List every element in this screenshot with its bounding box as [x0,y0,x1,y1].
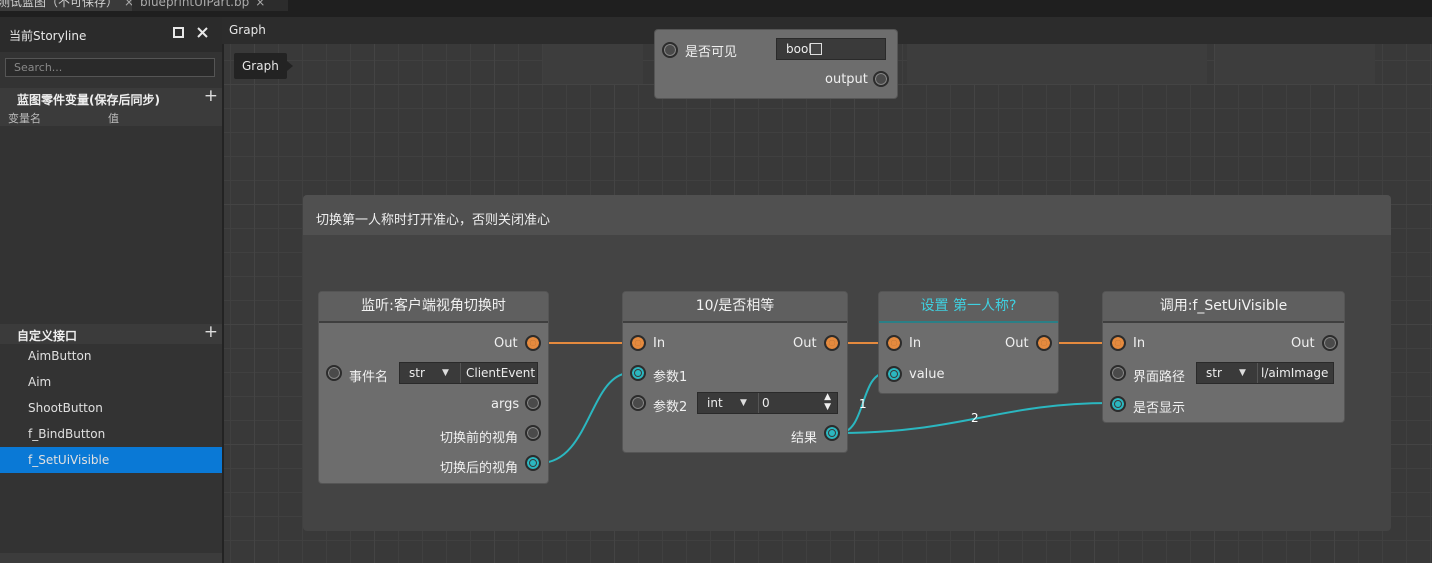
result-pin[interactable] [824,425,840,441]
param2-pin[interactable] [630,395,646,411]
stepper-icon[interactable]: ▲ ▼ [824,392,831,412]
after-view-pin[interactable] [525,455,541,471]
field-divider [460,363,461,383]
path-type-select[interactable]: str ▼ l/aimImage [1196,362,1334,384]
exec-out-pin[interactable] [824,335,840,351]
node-title: 调用:f_SetUiVisible [1103,292,1344,323]
event-type-select[interactable]: str ▼ ClientEvent [399,362,538,384]
listener-node[interactable]: 监听:客户端视角切换时 Out 事件名 str ▼ ClientEvent ar… [319,292,548,483]
field-divider [1257,363,1258,383]
pin-label: Out [1005,336,1029,351]
exec-in-pin[interactable] [1110,335,1126,351]
pin-label: 事件名 [349,370,389,385]
node-title: 设置 第一人称? [879,292,1058,323]
pin-label: 是否显示 [1133,401,1186,416]
caller-node[interactable]: 调用:f_SetUiVisible In Out 界面路径 str ▼ l/ai… [1103,292,1344,422]
param2-type-select[interactable]: int ▼ 0 ▲ ▼ [697,392,838,414]
wire-label: 1 [859,397,867,411]
pin-label: args [491,397,520,412]
param1-pin[interactable] [630,365,646,381]
wire-label: 2 [971,411,979,425]
node-title: 10/是否相等 [623,292,847,323]
chevron-down-icon: ▼ [442,368,449,378]
pin-label: In [909,336,922,351]
param2-value[interactable]: 0 [762,393,770,413]
pin-label: 切换后的视角 [440,461,519,476]
event-name-value[interactable]: ClientEvent [466,363,535,383]
exec-in-pin[interactable] [630,335,646,351]
chevron-down-icon: ▼ [1239,368,1246,378]
exec-out-pin[interactable] [525,335,541,351]
exec-out-pin[interactable] [1322,335,1338,351]
pin-label: In [653,336,666,351]
pin-label: 参数2 [653,400,688,415]
pin-label: 结果 [791,431,818,446]
pin-label: In [1133,336,1146,351]
data-wire [539,372,631,464]
event-name-pin[interactable] [326,365,342,381]
path-pin[interactable] [1110,365,1126,381]
field-divider [758,393,759,413]
node-title: 监听:客户端视角切换时 [319,292,548,323]
visible-pin[interactable] [1110,396,1126,412]
pin-label: Out [793,336,817,351]
type-value: str [1206,366,1222,380]
before-view-pin[interactable] [525,425,541,441]
wires-layer [539,342,1111,464]
pin-label: 参数1 [653,370,688,385]
type-value: int [707,396,723,410]
setter-node[interactable]: 设置 第一人称? In Out value [879,292,1058,393]
type-value: str [409,366,425,380]
exec-out-pin[interactable] [1036,335,1052,351]
pin-label: 切换前的视角 [440,431,519,446]
args-pin[interactable] [525,395,541,411]
equals-node[interactable]: 10/是否相等 In Out 参数1 参数2 int ▼ 0 ▲ ▼ 结果 [623,292,847,452]
exec-in-pin[interactable] [886,335,902,351]
path-value[interactable]: l/aimImage [1261,363,1328,383]
value-pin[interactable] [886,366,902,382]
pin-label: 界面路径 [1133,370,1186,385]
pin-label: Out [1291,336,1315,351]
chevron-down-icon: ▼ [740,398,747,408]
pin-label: Out [494,336,518,351]
pin-label: value [909,367,945,382]
